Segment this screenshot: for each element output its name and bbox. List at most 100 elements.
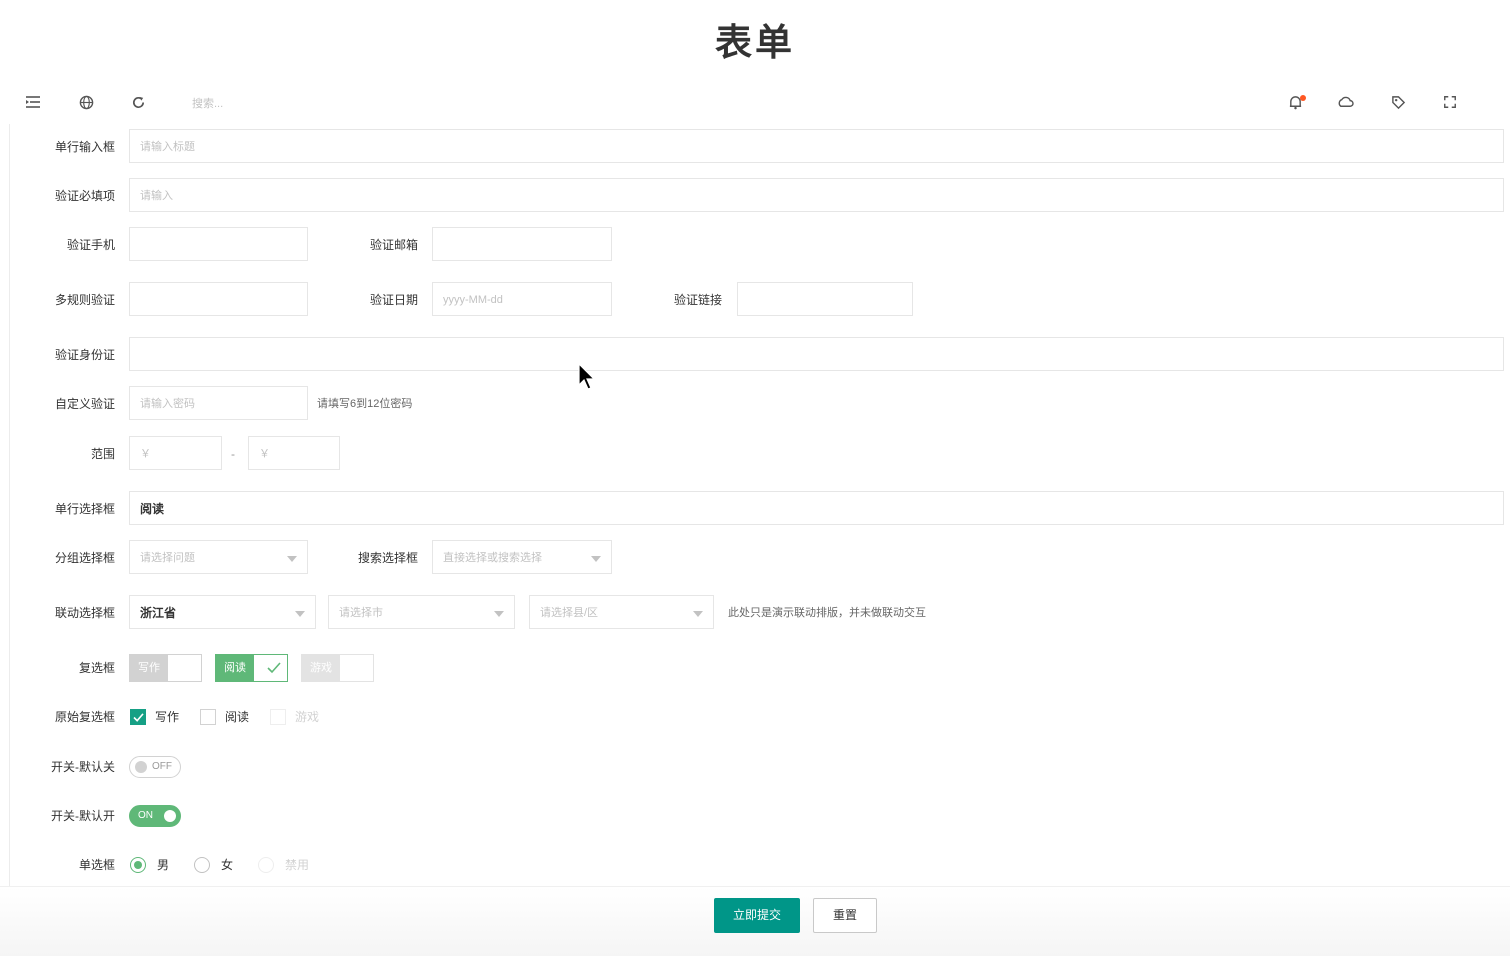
radio-disabled[interactable] [258,857,274,873]
switch-on-toggle[interactable]: ON [129,805,181,827]
toolbar-search-input[interactable]: 搜索... [192,95,223,111]
city-placeholder: 请选择市 [339,607,383,619]
label-phone: 验证手机 [66,238,115,252]
row-id-card: 验证身份证 [0,337,1510,373]
province-value: 浙江省 [140,606,177,620]
label-radio: 单选框 [78,858,115,872]
label-custom: 自定义验证 [54,397,115,411]
row-primitive-checkbox: 原始复选框 写作 阅读 游戏 [0,699,1510,735]
password-hint: 请填写6到12位密码 [317,398,413,410]
tag-icon[interactable] [1388,92,1408,112]
chevron-down-icon [287,556,297,562]
row-single-input: 单行输入框 请输入标题 [0,129,1510,165]
primitive-checkbox-writing[interactable] [130,709,146,725]
switch-knob [135,761,147,773]
label-single-input: 单行输入框 [54,140,115,154]
row-checkbox: 复选框 写作 阅读 游戏 [0,650,1510,686]
row-group-search-select: 分组选择框 请选择问题 搜索选择框 直接选择或搜索选择 [0,540,1510,576]
page-title: 表单 [715,22,795,63]
group-select[interactable]: 请选择问题 [129,540,308,574]
label-date: 验证日期 [369,293,418,307]
switch-off-text: OFF [152,761,172,772]
radio-male[interactable] [130,857,146,873]
row-range: 范围 ￥ - ￥ [0,436,1510,472]
toolbar: 搜索... [0,82,1510,122]
id-card-input-field[interactable] [129,337,1504,371]
label-checkbox: 复选框 [78,661,115,675]
refresh-icon[interactable] [128,92,148,112]
globe-icon[interactable] [76,92,96,112]
label-group-select: 分组选择框 [54,551,115,565]
email-input-field[interactable] [432,227,612,261]
row-radio: 单选框 男 女 禁用 [0,847,1510,883]
submit-button[interactable]: 立即提交 [714,898,800,933]
row-custom: 自定义验证 请输入密码 请填写6到12位密码 [0,386,1510,422]
fullscreen-icon[interactable] [1440,92,1460,112]
row-required: 验证必填项 请输入 [0,178,1510,214]
check-icon [261,655,287,681]
single-select[interactable]: 阅读 [129,491,1504,525]
primitive-checkbox-reading[interactable] [200,709,216,725]
phone-input-field[interactable] [129,227,308,261]
label-primitive-checkbox: 原始复选框 [54,710,115,724]
checkbox-reading-label: 阅读 [216,655,254,681]
checkbox-gaming-label: 游戏 [302,655,340,681]
row-multi-date-url: 多规则验证 验证日期 yyyy-MM-dd 验证链接 [0,282,1510,318]
range-dash: - [231,447,235,461]
row-linked-select: 联动选择框 浙江省 请选择市 请选择县/区 此处只是演示联动排版，并未做联动交互 [0,595,1510,631]
mouse-cursor-icon [578,362,596,396]
row-switch-on: 开关-默认开 ON [0,798,1510,834]
chevron-down-icon [295,611,305,617]
primitive-checkbox-reading-label: 阅读 [225,710,250,724]
theme-icon[interactable] [1335,92,1355,112]
notification-badge [1300,95,1306,101]
primitive-checkbox-gaming-label: 游戏 [295,710,320,724]
radio-female[interactable] [194,857,210,873]
label-search-select: 搜索选择框 [357,551,418,565]
required-input-field[interactable]: 请输入 [129,178,1504,212]
multi-rule-input-field[interactable] [129,282,308,316]
row-single-select: 单行选择框 阅读 [0,491,1510,527]
switch-knob [164,810,176,822]
menu-collapse-icon[interactable] [23,92,43,112]
primitive-checkbox-gaming[interactable] [270,709,286,725]
checkbox-writing-label: 写作 [130,655,168,681]
district-placeholder: 请选择县/区 [540,607,599,619]
label-single-select: 单行选择框 [54,502,115,516]
reset-button[interactable]: 重置 [813,898,877,933]
chevron-down-icon [693,611,703,617]
label-email: 验证邮箱 [369,238,418,252]
search-select[interactable]: 直接选择或搜索选择 [432,540,612,574]
label-multi-rule: 多规则验证 [54,293,115,307]
notification-bell-icon[interactable] [1285,92,1306,112]
range-to-input[interactable]: ￥ [248,436,340,470]
label-switch-on: 开关-默认开 [51,809,115,823]
row-switch-off: 开关-默认关 OFF [0,749,1510,785]
label-switch-off: 开关-默认关 [51,760,115,774]
city-select[interactable]: 请选择市 [328,595,515,629]
switch-on-text: ON [138,810,153,821]
linked-select-hint: 此处只是演示联动排版，并未做联动交互 [728,607,926,619]
radio-disabled-label: 禁用 [285,858,310,872]
group-select-placeholder: 请选择问题 [140,552,195,564]
checkbox-gaming[interactable]: 游戏 [301,654,374,682]
label-url: 验证链接 [673,293,722,307]
checkbox-reading[interactable]: 阅读 [215,654,288,682]
single-input-field[interactable]: 请输入标题 [129,129,1504,163]
password-input-field[interactable]: 请输入密码 [129,386,308,420]
checkbox-writing[interactable]: 写作 [129,654,202,682]
label-range: 范围 [90,447,115,461]
primitive-checkbox-writing-label: 写作 [155,710,180,724]
radio-male-label: 男 [157,858,170,872]
check-icon [132,712,144,722]
province-select[interactable]: 浙江省 [129,595,316,629]
chevron-down-icon [494,611,504,617]
date-input-field[interactable]: yyyy-MM-dd [432,282,612,316]
range-from-input[interactable]: ￥ [129,436,222,470]
label-linked-select: 联动选择框 [54,606,115,620]
switch-off-toggle[interactable]: OFF [129,756,181,778]
row-phone-email: 验证手机 验证邮箱 [0,227,1510,263]
district-select[interactable]: 请选择县/区 [529,595,714,629]
label-required: 验证必填项 [54,189,115,203]
url-input-field[interactable] [737,282,913,316]
